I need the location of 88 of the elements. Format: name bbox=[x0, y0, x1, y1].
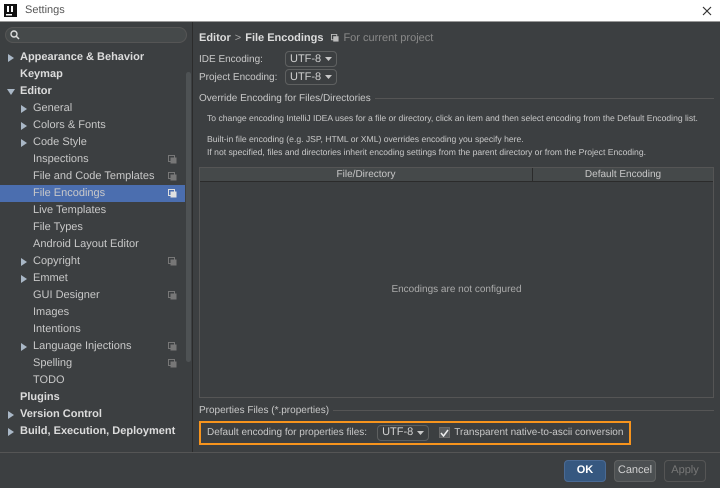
project-scope-icon bbox=[331, 34, 340, 42]
checkbox-label: Transparent native-to-ascii conversion bbox=[454, 426, 624, 440]
tree-item[interactable]: Keymap bbox=[0, 66, 185, 83]
tree-item[interactable]: Emmet bbox=[0, 270, 185, 287]
tree-item-label: Appearance & Behavior bbox=[20, 50, 144, 66]
tree-item[interactable]: Intentions bbox=[0, 321, 185, 338]
description-text: To change encoding IntelliJ IDEA uses for a file or directory, click an item and then select encoding from the Default Encoding list. bbox=[207, 112, 698, 124]
checkbox[interactable] bbox=[439, 427, 450, 438]
search-icon bbox=[10, 30, 20, 40]
tree-item-label: Version Control bbox=[20, 407, 102, 422]
tree-item-label: File Types bbox=[33, 220, 83, 236]
tree-item-label: GUI Designer bbox=[33, 288, 100, 304]
tree-item-label: Code Style bbox=[33, 135, 87, 150]
dropdown-caret-icon bbox=[325, 75, 332, 79]
section-title: Properties Files (*.properties) bbox=[199, 404, 330, 418]
collapsed-arrow-icon[interactable] bbox=[7, 428, 15, 436]
tree-item[interactable]: Live Templates bbox=[0, 202, 185, 219]
tree-item-label: Inspections bbox=[33, 152, 89, 168]
collapsed-arrow-icon[interactable] bbox=[7, 54, 15, 62]
tree-item[interactable]: Appearance & Behavior bbox=[0, 49, 185, 66]
tree-item[interactable]: General bbox=[0, 100, 185, 117]
tree-item[interactable]: Version Control bbox=[0, 406, 185, 423]
encoding-dropdown[interactable]: UTF-8 bbox=[285, 69, 338, 85]
scope-label: For current project bbox=[343, 31, 434, 46]
tree-item[interactable]: Colors & Fonts bbox=[0, 117, 185, 134]
tree-item[interactable]: Language Injections bbox=[0, 338, 185, 355]
tree-item-label: Editor bbox=[20, 84, 52, 100]
breadcrumb-parent: Editor bbox=[199, 31, 231, 46]
field-label: Project Encoding: bbox=[199, 70, 278, 84]
tree-item-label: Build, Execution, Deployment bbox=[20, 424, 176, 440]
collapsed-arrow-icon[interactable] bbox=[7, 410, 15, 418]
tree-item-label: Keymap bbox=[20, 67, 63, 82]
tree-item[interactable]: File Types bbox=[0, 219, 185, 236]
tree-item-label: Language Injections bbox=[33, 339, 132, 354]
search-field[interactable] bbox=[5, 27, 187, 43]
tree-item[interactable]: Editor bbox=[0, 83, 185, 100]
collapsed-arrow-icon[interactable] bbox=[20, 104, 28, 112]
dropdown-caret-icon bbox=[325, 57, 332, 61]
expanded-arrow-icon[interactable] bbox=[7, 88, 15, 96]
tree-item-label: Live Templates bbox=[33, 203, 106, 218]
dialog-button[interactable]: Cancel bbox=[614, 460, 656, 482]
tree-item-label: Emmet bbox=[33, 271, 68, 286]
collapsed-arrow-icon[interactable] bbox=[20, 258, 28, 266]
tree-item[interactable]: Copyright bbox=[0, 253, 185, 270]
column-header[interactable]: File/Directory bbox=[200, 168, 533, 180]
tree-item[interactable]: File and Code Templates bbox=[0, 168, 185, 185]
tree-item[interactable]: Spelling bbox=[0, 355, 185, 372]
window-title: Settings bbox=[25, 3, 65, 18]
column-header[interactable]: Default Encoding bbox=[533, 168, 713, 180]
tree-item-label: Images bbox=[33, 305, 70, 320]
tree-item-label: Copyright bbox=[33, 254, 80, 270]
empty-table-text: Encodings are not configured bbox=[391, 282, 522, 296]
tree-item[interactable]: Images bbox=[0, 304, 185, 321]
dialog-button[interactable]: OK bbox=[564, 460, 606, 482]
close-icon[interactable] bbox=[702, 6, 712, 16]
tree-item[interactable]: Android Layout Editor bbox=[0, 236, 185, 253]
tree-item-label: TODO bbox=[33, 373, 65, 388]
breadcrumb-separator: > bbox=[234, 31, 242, 46]
collapsed-arrow-icon[interactable] bbox=[20, 138, 28, 146]
collapsed-arrow-icon[interactable] bbox=[20, 122, 28, 130]
collapsed-arrow-icon[interactable] bbox=[20, 342, 28, 350]
section-title: Override Encoding for Files/Directories bbox=[199, 92, 371, 106]
tree-item[interactable]: Inspections bbox=[0, 151, 185, 168]
checkmark-icon bbox=[440, 428, 450, 436]
encoding-dropdown[interactable]: UTF-8 bbox=[285, 51, 338, 67]
tree-item-label: Colors & Fonts bbox=[33, 118, 106, 134]
tree-item-label: File Encodings bbox=[33, 186, 106, 202]
tree-item-label: Spelling bbox=[33, 356, 72, 372]
tree-item[interactable]: TODO bbox=[0, 372, 185, 389]
encoding-dropdown[interactable]: UTF-8 bbox=[377, 424, 430, 440]
tree-item-label: Intentions bbox=[33, 322, 81, 338]
tree-item-label: Android Layout Editor bbox=[33, 237, 139, 252]
dropdown-caret-icon bbox=[417, 430, 424, 434]
field-label: IDE Encoding: bbox=[199, 52, 264, 66]
app-logo-icon bbox=[4, 4, 17, 17]
tree-item[interactable]: Code Style bbox=[0, 134, 185, 151]
tree-item[interactable]: Plugins bbox=[0, 389, 185, 406]
breadcrumb-current: File Encodings bbox=[245, 31, 324, 46]
tree-item-label: File and Code Templates bbox=[33, 169, 154, 184]
description-text: Built-in file encoding (e.g. JSP, HTML or XML) overrides encoding you specify here. bbox=[207, 132, 524, 146]
tree-item-label: General bbox=[33, 101, 72, 116]
tree-item[interactable]: GUI Designer bbox=[0, 287, 185, 304]
tree-item-label: Plugins bbox=[20, 390, 60, 406]
field-label: Default encoding for properties files: bbox=[207, 426, 368, 440]
tree-item[interactable]: Build, Execution, Deployment bbox=[0, 423, 185, 440]
collapsed-arrow-icon[interactable] bbox=[20, 274, 28, 282]
description-text: If not specified, files and directories inherit encoding settings from the parent directory or from the Project Encoding. bbox=[207, 146, 646, 158]
scrollbar[interactable] bbox=[186, 72, 191, 362]
